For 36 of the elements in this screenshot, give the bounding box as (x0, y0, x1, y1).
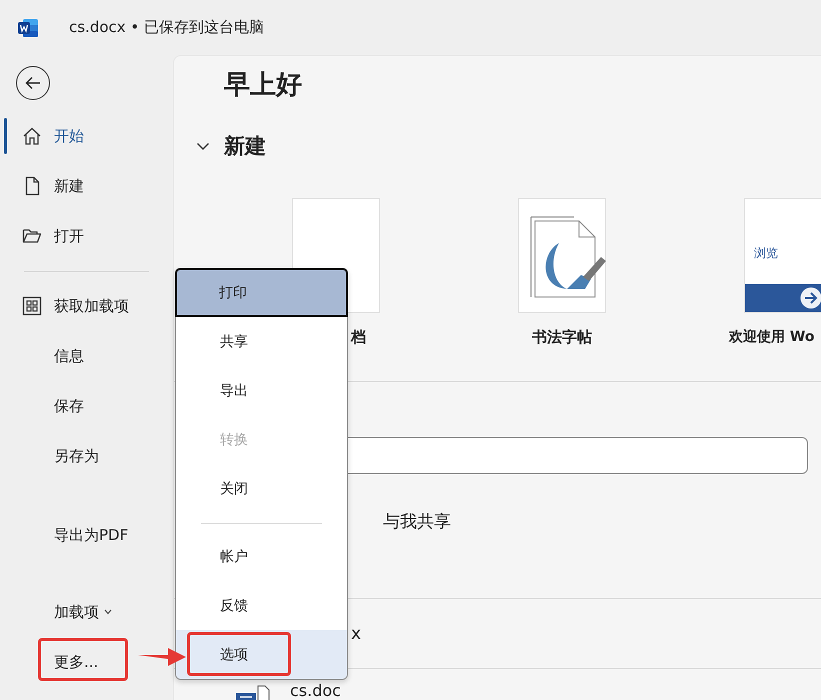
greeting-heading: 早上好 (223, 69, 303, 102)
sidebar-item[interactable]: 加载项 (0, 587, 173, 637)
sidebar-item[interactable]: 获取加载项 (0, 281, 173, 331)
sidebar-item[interactable]: 打开 (0, 211, 173, 261)
sidebar-item[interactable]: 导出为PDF (0, 510, 173, 560)
template-card[interactable]: 浏览 (744, 198, 821, 313)
sidebar-item[interactable]: 更多... (0, 637, 173, 687)
app-logo-icon (17, 16, 39, 38)
back-button[interactable] (16, 66, 50, 100)
home-icon (22, 126, 42, 146)
menu-item[interactable]: 共享 (176, 317, 347, 366)
template-name: 档 (351, 327, 366, 347)
menu-item[interactable]: 打印 (175, 268, 348, 317)
chevron-icon (196, 142, 210, 150)
menu-item[interactable]: 反馈 (176, 581, 347, 630)
sidebar-item[interactable]: 保存 (0, 381, 173, 431)
window-title: cs.docx • 已保存到这台电脑 (69, 18, 264, 37)
template-card[interactable] (518, 198, 606, 313)
arrow-right-icon (800, 287, 821, 309)
sidebar-item[interactable]: 信息 (0, 331, 173, 381)
sidebar-item[interactable]: 开始 (0, 111, 173, 161)
menu-item[interactable]: 帐户 (176, 532, 347, 581)
caret-icon (104, 609, 112, 615)
menu-item[interactable]: 导出 (176, 366, 347, 415)
grid-icon (22, 296, 42, 316)
sidebar-item[interactable]: 另存为 (0, 431, 173, 481)
section-header[interactable]: 新建 (174, 130, 821, 162)
file-name[interactable]: cs.doc (290, 683, 341, 699)
sidebar-item[interactable]: 新建 (0, 161, 173, 211)
menu-item[interactable]: 选项 (176, 630, 347, 679)
tab[interactable]: 与我共享 (383, 510, 451, 534)
template-name: 书法字帖 (532, 327, 592, 347)
template-name: 欢迎使用 Wo (729, 328, 814, 347)
menu-item[interactable]: 关闭 (176, 464, 347, 513)
file-name[interactable]: x (351, 624, 362, 644)
card-text: 浏览 (754, 245, 778, 262)
